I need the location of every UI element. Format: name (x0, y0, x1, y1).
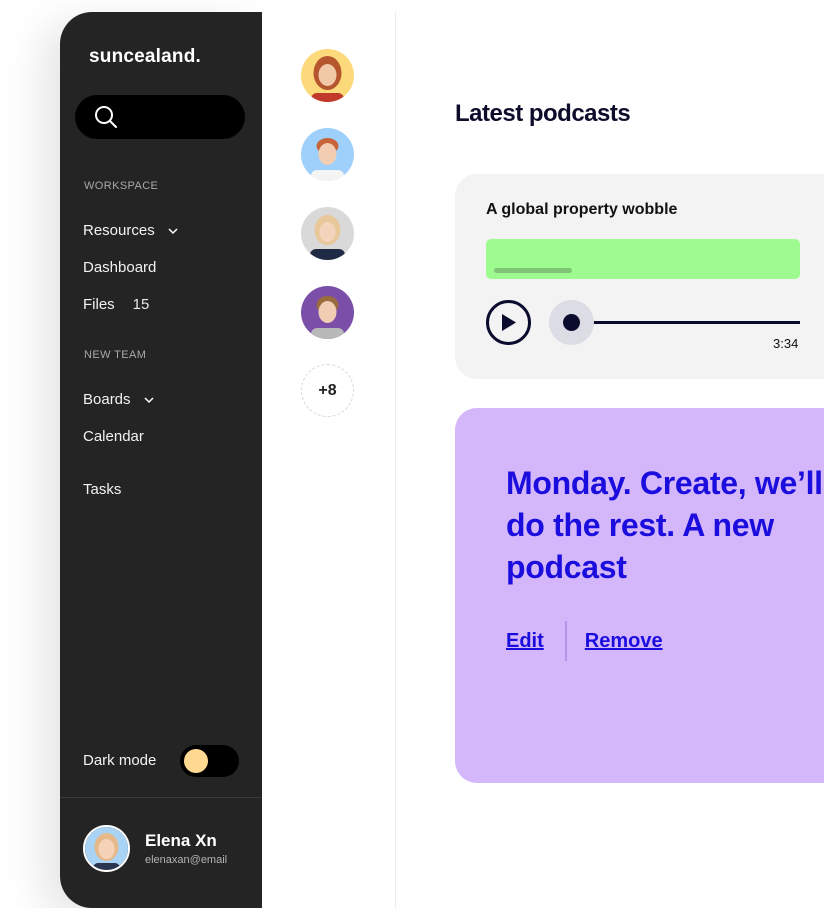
search-input[interactable] (75, 95, 245, 139)
divider (564, 621, 567, 661)
sidebar-item-files[interactable]: Files 15 (83, 296, 149, 313)
search-icon (95, 106, 117, 128)
team-avatar-3[interactable] (301, 207, 354, 260)
team-avatar-2[interactable] (301, 128, 354, 181)
brand-logo: suncealand. (89, 46, 202, 67)
sidebar-item-label: Files (83, 296, 115, 313)
progress-scrubber[interactable] (549, 300, 594, 345)
user-name: Elena Xn (145, 831, 217, 850)
play-icon (502, 314, 516, 331)
more-members-button[interactable]: +8 (301, 364, 354, 417)
waveform-progress (494, 268, 572, 273)
team-avatar-column: +8 (262, 12, 396, 908)
podcast-card: A global property wobble 3:34 (455, 174, 824, 379)
avatar-image (301, 286, 354, 339)
waveform-bar (486, 239, 800, 279)
sidebar-item-label: Dashboard (83, 259, 157, 276)
sidebar-item-resources[interactable]: Resources (83, 222, 179, 239)
dark-mode-toggle[interactable] (180, 745, 239, 777)
files-count-badge: 15 (132, 296, 150, 313)
sidebar: suncealand. WORKSPACE Resources Dashboar… (60, 12, 262, 908)
progress-track[interactable] (572, 321, 800, 324)
toggle-knob (184, 749, 208, 773)
sidebar-item-calendar[interactable]: Calendar (83, 428, 144, 445)
section-label-new-team: NEW TEAM (84, 349, 147, 361)
duration-label: 3:34 (773, 336, 799, 351)
sidebar-item-tasks[interactable]: Tasks (83, 481, 121, 498)
sidebar-item-dashboard[interactable]: Dashboard (83, 259, 156, 276)
user-avatar-image (85, 827, 128, 870)
team-avatar-4[interactable] (301, 286, 354, 339)
sidebar-item-label: Resources (83, 222, 155, 239)
user-email: elenaxan@email (145, 854, 228, 866)
promo-card: Monday. Create, we’ll do the rest. A new… (455, 408, 824, 783)
remove-button[interactable]: Remove (585, 630, 663, 653)
scrubber-dot (563, 314, 580, 331)
sidebar-item-label: Calendar (83, 428, 144, 445)
avatar-image (301, 128, 354, 181)
dark-mode-label: Dark mode (83, 752, 157, 769)
sidebar-item-label: Tasks (83, 481, 122, 498)
page-title: Latest podcasts (455, 100, 631, 127)
promo-actions: Edit Remove (506, 621, 663, 661)
sidebar-item-boards[interactable]: Boards (83, 391, 155, 408)
play-button[interactable] (486, 300, 531, 345)
avatar[interactable] (83, 825, 130, 872)
promo-headline: Monday. Create, we’ll do the rest. A new… (506, 465, 823, 585)
avatar-image (301, 207, 354, 260)
podcast-title: A global property wobble (486, 201, 678, 218)
sidebar-item-label: Boards (83, 391, 131, 408)
edit-button[interactable]: Edit (506, 630, 544, 653)
team-avatar-1[interactable] (301, 49, 354, 102)
avatar-image (301, 49, 354, 102)
section-label-workspace: WORKSPACE (84, 180, 159, 192)
chevron-down-icon (144, 396, 154, 403)
divider (60, 797, 262, 798)
chevron-down-icon (168, 227, 178, 234)
